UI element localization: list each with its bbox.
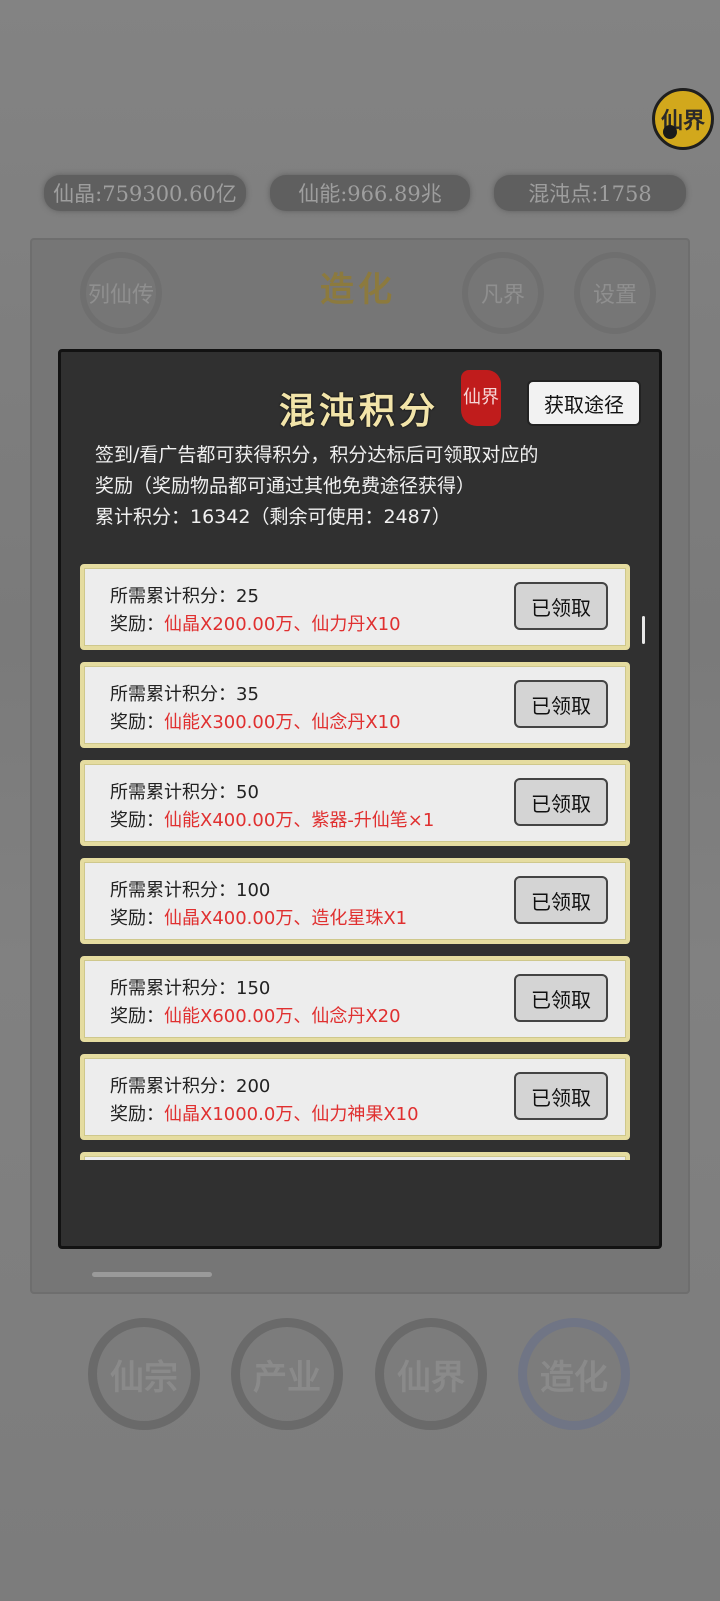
required-points: 所需累计积分：200 xyxy=(110,1072,270,1098)
reward-label: 奖励： xyxy=(110,1104,164,1125)
required-label: 所需累计积分： xyxy=(110,880,236,901)
chaos-points-currency: 混沌点:1758 xyxy=(494,175,686,211)
claimed-button[interactable]: 已领取 xyxy=(514,1072,608,1120)
tab-settings[interactable]: 设置 xyxy=(574,252,656,334)
immortal-realm-badge-button[interactable]: 仙界 xyxy=(652,88,714,150)
list-scrollbar[interactable] xyxy=(642,616,645,644)
reward-card: 所需累计积分：150 奖励：仙能X600.00万、仙念丹X20 已领取 xyxy=(80,956,630,1042)
reward-line: 奖励：仙能X400.00万、紫器-升仙笔×1 xyxy=(110,806,434,832)
required-value: 100 xyxy=(236,880,271,901)
claimed-button[interactable]: 已领取 xyxy=(514,974,608,1022)
reward-card: 所需累计积分：50 奖励：仙能X400.00万、紫器-升仙笔×1 已领取 xyxy=(80,760,630,846)
reward-label: 奖励： xyxy=(110,712,164,733)
required-label: 所需累计积分： xyxy=(110,1076,236,1097)
required-points: 所需累计积分：150 xyxy=(110,974,270,1000)
tab-biographies[interactable]: 列仙传 xyxy=(80,252,162,334)
reward-label: 奖励： xyxy=(110,908,164,929)
description-line-2: 奖励（奖励物品都可通过其他免费途径获得） xyxy=(95,475,476,497)
reward-items: 仙能X600.00万、仙念丹X20 xyxy=(164,1006,401,1027)
reward-label: 奖励： xyxy=(110,810,164,831)
required-value: 200 xyxy=(236,1076,271,1097)
required-label: 所需累计积分： xyxy=(110,684,236,705)
reward-card-partial xyxy=(80,1152,630,1160)
reward-line: 奖励：仙能X600.00万、仙念丹X20 xyxy=(110,1002,401,1028)
reward-card: 所需累计积分：25 奖励：仙晶X200.00万、仙力丹X10 已领取 xyxy=(80,564,630,650)
reward-card: 所需累计积分：100 奖励：仙晶X400.00万、造化星珠X1 已领取 xyxy=(80,858,630,944)
seal-text: 仙界 xyxy=(463,387,499,408)
required-value: 50 xyxy=(236,782,259,803)
claimed-button[interactable]: 已领取 xyxy=(514,582,608,630)
reward-items: 仙能X300.00万、仙念丹X10 xyxy=(164,712,401,733)
reward-line: 奖励：仙能X300.00万、仙念丹X10 xyxy=(110,708,401,734)
seal-stamp-icon: 仙界 xyxy=(461,370,501,426)
description-line-1: 签到/看广告都可获得积分，积分达标后可领取对应的 xyxy=(95,444,539,466)
required-points: 所需累计积分：50 xyxy=(110,778,259,804)
required-label: 所需累计积分： xyxy=(110,782,236,803)
reward-label: 奖励： xyxy=(110,614,164,635)
total-points: 累计积分：16342（剩余可使用：2487） xyxy=(95,506,451,528)
required-points: 所需累计积分：25 xyxy=(110,582,259,608)
reward-list[interactable]: 所需累计积分：25 奖励：仙晶X200.00万、仙力丹X10 已领取 所需累计积… xyxy=(80,564,630,1160)
required-value: 35 xyxy=(236,684,259,705)
scroll-indicator xyxy=(92,1272,212,1277)
nav-sect[interactable]: 仙宗 xyxy=(88,1318,200,1430)
reward-items: 仙晶X200.00万、仙力丹X10 xyxy=(164,614,401,635)
nav-immortal-realm[interactable]: 仙界 xyxy=(375,1318,487,1430)
required-label: 所需累计积分： xyxy=(110,978,236,999)
tab-mortal-realm[interactable]: 凡界 xyxy=(462,252,544,334)
reward-items: 仙晶X400.00万、造化星珠X1 xyxy=(164,908,408,929)
required-value: 25 xyxy=(236,586,259,607)
reward-card: 所需累计积分：200 奖励：仙晶X1000.0万、仙力神果X10 已领取 xyxy=(80,1054,630,1140)
claimed-button[interactable]: 已领取 xyxy=(514,876,608,924)
reward-label: 奖励： xyxy=(110,1006,164,1027)
reward-card: 所需累计积分：35 奖励：仙能X300.00万、仙念丹X10 已领取 xyxy=(80,662,630,748)
reward-line: 奖励：仙晶X1000.0万、仙力神果X10 xyxy=(110,1100,419,1126)
modal-title: 混沌积分 xyxy=(279,390,440,432)
required-value: 150 xyxy=(236,978,271,999)
required-points: 所需累计积分：100 xyxy=(110,876,270,902)
claimed-button[interactable]: 已领取 xyxy=(514,680,608,728)
crystal-currency: 仙晶:759300.60亿 xyxy=(44,175,246,211)
background-panel-title: 造化 xyxy=(320,270,396,310)
gourd-icon xyxy=(663,125,677,139)
claimed-button[interactable]: 已领取 xyxy=(514,778,608,826)
required-label: 所需累计积分： xyxy=(110,586,236,607)
reward-line: 奖励：仙晶X400.00万、造化星珠X1 xyxy=(110,904,407,930)
reward-items: 仙能X400.00万、紫器-升仙笔×1 xyxy=(164,810,435,831)
required-points: 所需累计积分：35 xyxy=(110,680,259,706)
reward-items: 仙晶X1000.0万、仙力神果X10 xyxy=(164,1104,419,1125)
reward-line: 奖励：仙晶X200.00万、仙力丹X10 xyxy=(110,610,401,636)
nav-creation[interactable]: 造化 xyxy=(518,1318,630,1430)
modal-description: 签到/看广告都可获得积分，积分达标后可领取对应的 奖励（奖励物品都可通过其他免费… xyxy=(95,440,635,533)
get-methods-button[interactable]: 获取途径 xyxy=(527,380,641,426)
energy-currency: 仙能:966.89兆 xyxy=(270,175,470,211)
chaos-points-modal: 混沌积分 仙界 获取途径 签到/看广告都可获得积分，积分达标后可领取对应的 奖励… xyxy=(58,349,662,1249)
nav-industry[interactable]: 产业 xyxy=(231,1318,343,1430)
